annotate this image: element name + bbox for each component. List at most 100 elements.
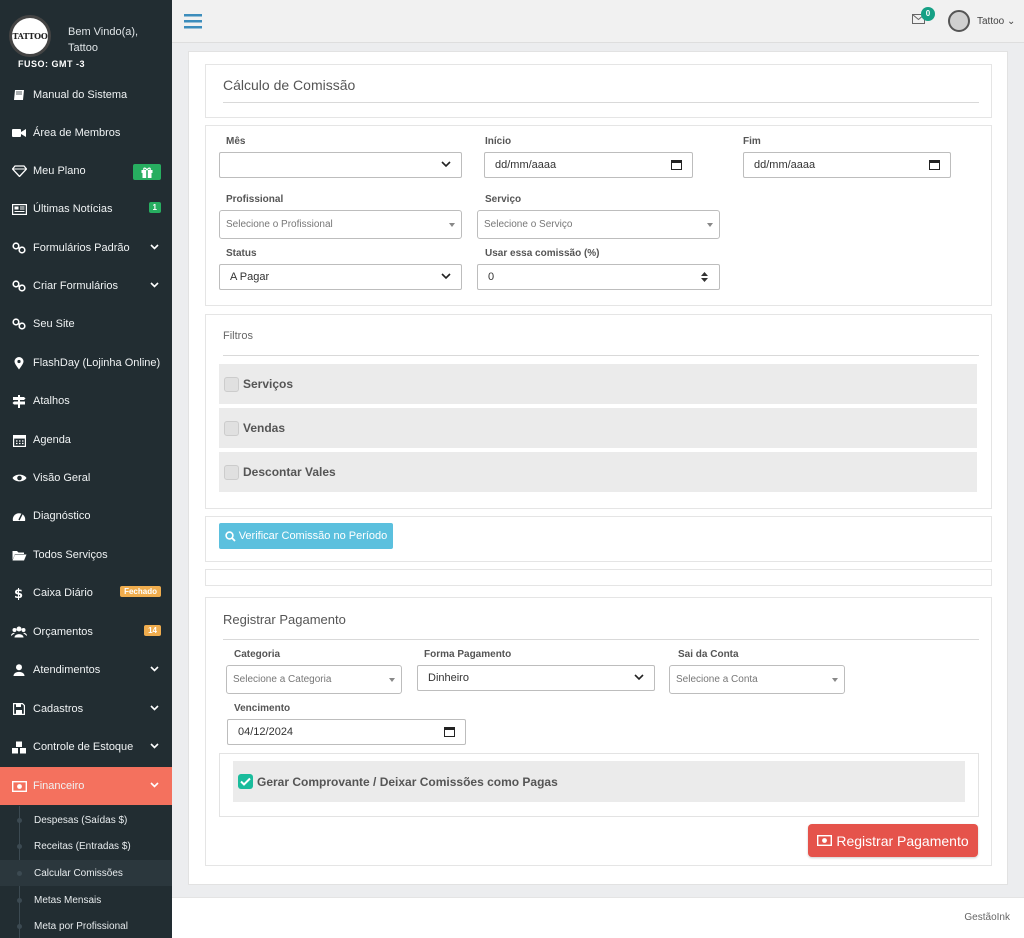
sidebar-item-ultimas-noticias[interactable]: Últimas Notícias 1 (0, 190, 172, 228)
sidebar-item-todos-servicos[interactable]: Todos Serviços (0, 536, 172, 574)
sidebar-item-flashday-lojinha-online[interactable]: FlashDay (Lojinha Online) (0, 344, 172, 382)
chevron-down-icon: ⌄ (1007, 16, 1016, 27)
cubes-icon (11, 740, 27, 754)
calendar-icon[interactable] (444, 726, 455, 737)
sidebar-item-atalhos[interactable]: Atalhos (0, 382, 172, 420)
submenu-bullet (17, 924, 22, 929)
user-menu[interactable]: Tattoo ⌄ (977, 16, 1015, 27)
link-icon (11, 279, 27, 293)
map-marker-icon (11, 356, 27, 370)
filter-option[interactable]: Vendas (219, 408, 977, 448)
sidebar: TATTOO Bem Vindo(a), Tattoo FUSO: GMT -3… (0, 0, 172, 938)
users-icon (11, 625, 27, 639)
filter-label: Descontar Vales (243, 465, 336, 479)
divider (223, 102, 979, 103)
sidebar-item-diagnostico[interactable]: Diagnóstico (0, 497, 172, 535)
profissional-label: Profissional (226, 194, 284, 205)
gerar-box: Gerar Comprovante / Deixar Comissões com… (219, 753, 979, 817)
sidebar-item-caixa-diario[interactable]: $ Caixa Diário Fechado (0, 574, 172, 612)
calendar-icon (11, 433, 27, 447)
servico-select[interactable]: Selecione o Serviço (477, 210, 720, 239)
inicio-value: dd/mm/aaaa (495, 159, 557, 171)
sidebar-item-cadastros[interactable]: Cadastros (0, 690, 172, 728)
diamond-icon (11, 164, 27, 178)
payment-title: Registrar Pagamento (223, 612, 346, 627)
submenu-item-meta-por-profissional[interactable]: Meta por Profissional (0, 913, 172, 938)
eye-icon (11, 471, 27, 485)
filter-checkbox[interactable] (224, 464, 239, 480)
save-icon (11, 702, 27, 716)
sidebar-item-formularios-padrao[interactable]: Formulários Padrão (0, 229, 172, 267)
submenu-item-metas-mensais[interactable]: Metas Mensais (0, 887, 172, 913)
sidebar-item-label: Meu Plano (33, 165, 86, 177)
filter-option[interactable]: Serviços (219, 364, 977, 404)
profissional-select[interactable]: Selecione o Profissional (219, 210, 462, 239)
status-select[interactable]: A Pagar (219, 264, 462, 290)
divider (223, 355, 979, 356)
inicio-label: Início (485, 136, 512, 147)
caret-down-icon (449, 223, 455, 227)
register-payment-button[interactable]: Registrar Pagamento (808, 824, 978, 857)
dollar-icon: $ (11, 586, 27, 600)
categoria-select[interactable]: Selecione a Categoria (226, 665, 402, 694)
sidebar-item-label: Agenda (33, 434, 71, 446)
inicio-date-input[interactable]: dd/mm/aaaa (484, 152, 693, 178)
submenu-item-receitas-entradas[interactable]: Receitas (Entradas $) (0, 833, 172, 859)
vencimento-date-input[interactable]: 04/12/2024 (227, 719, 466, 745)
sidebar-item-atendimentos[interactable]: Atendimentos (0, 651, 172, 689)
chevron-down-icon (150, 741, 159, 753)
gerar-checkbox[interactable] (238, 774, 253, 789)
sidebar-item-controle-de-estoque[interactable]: Controle de Estoque (0, 728, 172, 766)
categoria-placeholder: Selecione a Categoria (233, 674, 332, 685)
brand-logo[interactable]: TATTOO (9, 15, 51, 57)
sidebar-item-criar-formularios[interactable]: Criar Formulários (0, 267, 172, 305)
calendar-icon[interactable] (671, 159, 682, 170)
forma-select[interactable]: Dinheiro (417, 665, 655, 691)
submenu-item-calcular-comissoes[interactable]: Calcular Comissões (0, 860, 172, 886)
calc-form-box: Mês Início dd/mm/aaaa Fim dd/mm/aaaa Pro… (205, 125, 992, 306)
submenu-item-label: Despesas (Saídas $) (34, 814, 128, 826)
chevron-down-icon (634, 674, 644, 681)
submenu-item-label: Meta por Profissional (34, 920, 128, 932)
verify-commission-button[interactable]: Verificar Comissão no Período (219, 523, 393, 549)
sidebar-item-label: Cadastros (33, 703, 84, 715)
categoria-label: Categoria (234, 649, 281, 660)
filter-option[interactable]: Descontar Vales (219, 452, 977, 492)
sidebar-item-label: Financeiro (33, 780, 85, 792)
sidebar-item-label: Orçamentos (33, 626, 93, 638)
vencimento-value: 04/12/2024 (238, 726, 294, 738)
conta-label: Sai da Conta (678, 649, 739, 660)
sidebar-item-visao-geral[interactable]: Visão Geral (0, 459, 172, 497)
mes-label: Mês (226, 136, 246, 147)
user-avatar[interactable] (948, 10, 970, 32)
caret-down-icon (707, 223, 713, 227)
mes-select[interactable] (219, 152, 462, 178)
footer: GestãoInk (172, 897, 1024, 938)
submenu-item-label: Metas Mensais (34, 894, 102, 906)
gift-icon (133, 164, 161, 180)
gerar-row[interactable]: Gerar Comprovante / Deixar Comissões com… (233, 761, 965, 802)
fim-date-input[interactable]: dd/mm/aaaa (743, 152, 951, 178)
sidebar-item-seu-site[interactable]: Seu Site (0, 305, 172, 343)
sidebar-item-agenda[interactable]: Agenda (0, 421, 172, 459)
profissional-placeholder: Selecione o Profissional (226, 219, 333, 230)
sidebar-item-area-de-membros[interactable]: Área de Membros (0, 114, 172, 152)
calendar-icon[interactable] (929, 159, 940, 170)
spinner-icon[interactable] (700, 271, 709, 283)
caret-down-icon (389, 678, 395, 682)
filter-checkbox[interactable] (224, 420, 239, 436)
sidebar-item-orcamentos[interactable]: Orçamentos 14 (0, 613, 172, 651)
menu-toggle-icon[interactable] (184, 13, 202, 29)
sidebar-item-manual-do-sistema[interactable]: Manual do Sistema (0, 76, 172, 114)
comissao-number-input[interactable]: 0 (477, 264, 720, 290)
servico-placeholder: Selecione o Serviço (484, 219, 573, 230)
sidebar-item-financeiro[interactable]: Financeiro (0, 767, 172, 805)
filter-checkbox[interactable] (224, 376, 239, 392)
sidebar-item-label: Formulários Padrão (33, 242, 130, 254)
fim-value: dd/mm/aaaa (754, 159, 816, 171)
conta-select[interactable]: Selecione a Conta (669, 665, 845, 694)
sidebar-item-label: Atendimentos (33, 664, 101, 676)
sidebar-item-meu-plano[interactable]: Meu Plano (0, 152, 172, 190)
submenu-item-despesas-saidas[interactable]: Despesas (Saídas $) (0, 807, 172, 833)
video-camera-icon (11, 126, 27, 140)
